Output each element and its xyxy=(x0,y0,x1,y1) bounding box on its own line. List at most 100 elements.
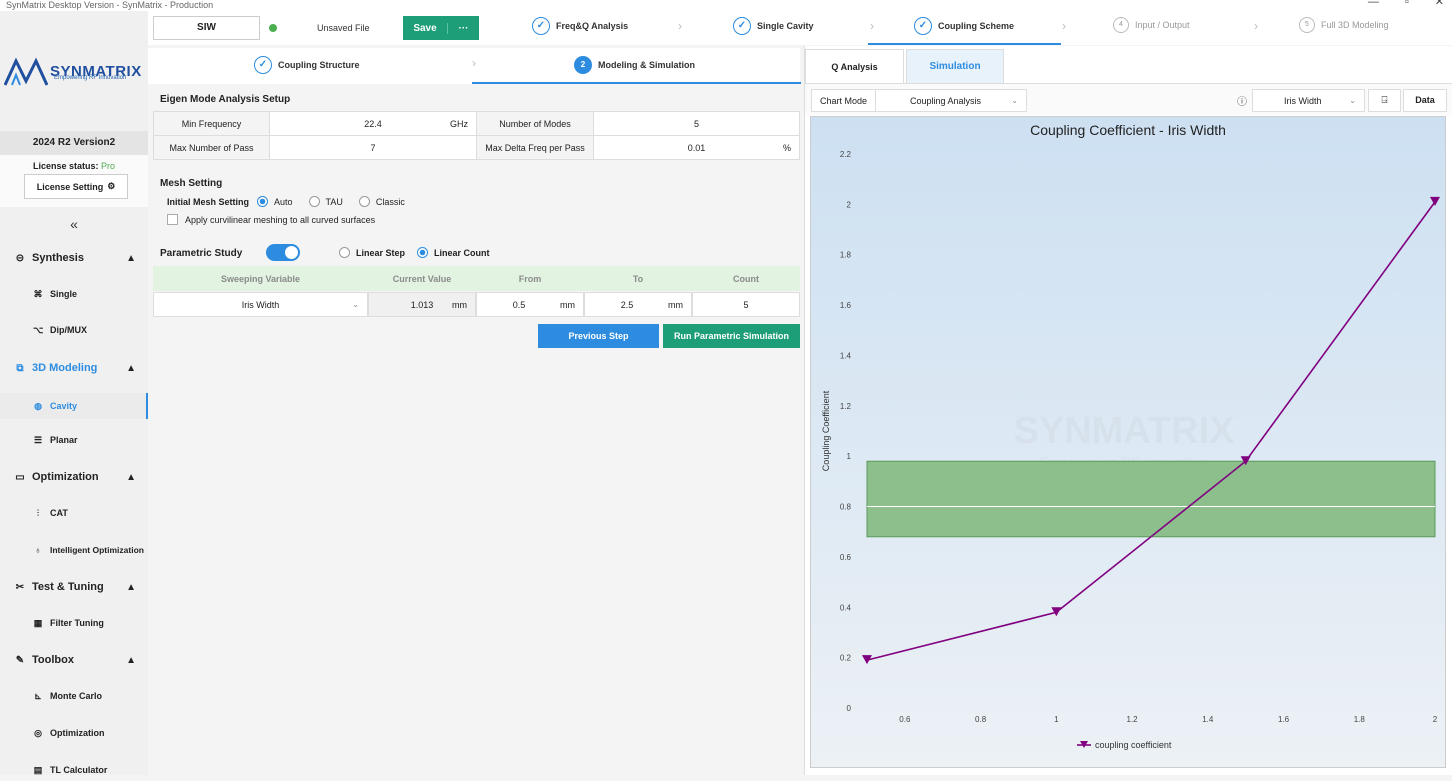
monitor-icon: ▭ xyxy=(15,471,25,483)
project-name[interactable]: SIW xyxy=(153,16,260,40)
sidebar: SYNMATRIX Empowering RF Innovation 2024 … xyxy=(0,11,148,775)
cavity-icon: ◍ xyxy=(34,400,42,411)
parametric-table-header: Sweeping Variable Current Value From To … xyxy=(153,266,800,291)
nav-item-planar[interactable]: ☰ Planar xyxy=(0,429,148,451)
radio-linear-count[interactable] xyxy=(417,247,429,258)
nav-optimization[interactable]: ▭ Optimization ▲ xyxy=(0,466,148,488)
eigen-table: Min Frequency 22.4 GHz Number of Modes 5 … xyxy=(153,111,800,160)
sweep-mode: Linear Step Linear Count xyxy=(339,247,490,258)
logo-mark-icon xyxy=(4,57,48,86)
chevron-right-icon: › xyxy=(472,56,476,70)
chart-title: Coupling Coefficient - Iris Width xyxy=(1030,122,1226,138)
window-title: SynMatrix Desktop Version - SynMatrix - … xyxy=(6,0,214,10)
nav-item-optimization[interactable]: ◎ Optimization xyxy=(0,722,148,744)
data-button[interactable]: Data xyxy=(1403,89,1447,112)
chevron-up-icon: ▲ xyxy=(126,581,136,593)
watermark-logo: SYNMATRIX xyxy=(1014,410,1236,452)
nav-item-cavity[interactable]: ◍ Cavity xyxy=(0,393,148,419)
number-of-modes-label: Number of Modes xyxy=(476,111,594,136)
nav-3d-modeling[interactable]: ⧉ 3D Modeling ▲ xyxy=(0,357,148,379)
save-button[interactable]: Save ··· xyxy=(403,16,479,40)
max-delta-field[interactable]: 0.01% xyxy=(593,135,800,160)
from-field[interactable]: 0.5 mm xyxy=(476,292,584,317)
chart-mode-select[interactable]: Chart Mode Coupling Analysis ⌄ xyxy=(811,89,1027,112)
chevron-right-icon: › xyxy=(1254,19,1258,33)
info-icon[interactable]: ⓘ xyxy=(1237,93,1247,108)
chevron-up-icon: ▲ xyxy=(126,252,136,264)
radio-tau[interactable] xyxy=(308,196,320,207)
nav-item-single[interactable]: ⌘ Single xyxy=(0,283,148,305)
y-tick-label: 0 xyxy=(847,704,852,713)
tab-q-analysis[interactable]: Q Analysis xyxy=(805,49,904,83)
step-freq-q-analysis[interactable]: ✓ Freq&Q Analysis xyxy=(532,17,628,35)
license-setting-button[interactable]: License Setting ⚙ xyxy=(24,174,128,199)
nav-item-monte-carlo[interactable]: ⊾ Monte Carlo xyxy=(0,685,148,707)
y-tick-label: 1.6 xyxy=(840,301,852,310)
export-icon[interactable]: ⍈ xyxy=(1368,89,1401,112)
y-tick-label: 0.2 xyxy=(840,654,852,663)
maximize-icon[interactable]: ▫ xyxy=(1405,0,1409,8)
nav-test-tuning[interactable]: ✂ Test & Tuning ▲ xyxy=(0,576,148,598)
min-frequency-field[interactable]: 22.4 GHz xyxy=(269,111,477,136)
number-of-modes-field[interactable]: 5 xyxy=(593,111,800,136)
nav-item-intelligent-optimization[interactable]: ♁ Intelligent Optimization xyxy=(0,539,148,561)
radio-classic[interactable] xyxy=(358,196,370,207)
max-pass-field[interactable]: 7 xyxy=(269,135,477,160)
close-icon[interactable]: ✕ xyxy=(1435,0,1444,8)
chart-icon: ⊾ xyxy=(34,690,42,701)
nav-item-cat[interactable]: ⫶ CAT xyxy=(0,502,148,524)
radio-linear-step[interactable] xyxy=(339,247,350,258)
count-field[interactable]: 5 xyxy=(692,292,800,317)
step-coupling-scheme[interactable]: ✓ Coupling Scheme xyxy=(914,17,1014,35)
eigen-title: Eigen Mode Analysis Setup xyxy=(160,94,291,105)
step-single-cavity[interactable]: ✓ Single Cavity xyxy=(733,17,814,35)
chevron-down-icon: ⌄ xyxy=(1011,96,1018,105)
radio-auto[interactable] xyxy=(257,196,269,207)
substep-modeling-simulation[interactable]: 2 Modeling & Simulation xyxy=(574,56,695,74)
curvilinear-checkbox[interactable] xyxy=(167,214,178,225)
nav-item-dipmux[interactable]: ⌥ Dip/MUX xyxy=(0,319,148,341)
parametric-title: Parametric Study xyxy=(160,248,243,259)
gear-icon: ⚙ xyxy=(107,181,116,191)
y-tick-label: 0.4 xyxy=(840,603,852,612)
max-delta-label: Max Delta Freq per Pass xyxy=(476,135,594,160)
y-tick-label: 1.8 xyxy=(840,251,852,260)
single-icon: ⌘ xyxy=(33,288,43,299)
calculator-icon: ▤ xyxy=(33,764,43,775)
nav-toolbox[interactable]: ✎ Toolbox ▲ xyxy=(0,649,148,671)
previous-step-button[interactable]: Previous Step xyxy=(538,324,659,348)
sliders-icon: ⫶ xyxy=(36,507,40,518)
cube-icon: ⧉ xyxy=(16,362,24,374)
legend-label: coupling coefficient xyxy=(1095,740,1172,750)
chevron-right-icon: › xyxy=(678,19,682,33)
step-input-output[interactable]: 4 Input / Output xyxy=(1113,17,1190,33)
chevron-right-icon: › xyxy=(1062,19,1066,33)
run-parametric-simulation-button[interactable]: Run Parametric Simulation xyxy=(663,324,800,348)
nav-item-filter-tuning[interactable]: ▦ Filter Tuning xyxy=(0,612,148,634)
save-more-button[interactable]: ··· xyxy=(447,22,479,34)
sweeping-variable-select[interactable]: Iris Width ⌄ xyxy=(153,292,368,317)
variable-select[interactable]: Iris Width ⌄ xyxy=(1252,89,1365,112)
status-dot-icon xyxy=(269,24,277,32)
step-full-3d-modeling[interactable]: 5 Full 3D Modeling xyxy=(1299,17,1389,33)
nav-synthesis[interactable]: ⊝ Synthesis ▲ xyxy=(0,247,148,269)
logo-tagline: Empowering RF Innovation xyxy=(54,75,127,81)
coupling-chart: Coupling Coefficient - Iris Width SYNMATR… xyxy=(821,122,1440,750)
parametric-toggle[interactable] xyxy=(266,244,300,261)
x-tick-label: 1.4 xyxy=(1202,715,1214,724)
y-tick-label: 1 xyxy=(847,452,852,461)
target-icon: ◎ xyxy=(34,727,42,738)
chevron-up-icon: ▲ xyxy=(126,471,136,483)
to-field[interactable]: 2.5 mm xyxy=(584,292,692,317)
y-tick-label: 0.8 xyxy=(840,503,852,512)
nav-item-tl-calculator[interactable]: ▤ TL Calculator xyxy=(0,759,148,781)
check-icon: ✓ xyxy=(914,17,932,35)
collapse-sidebar-button[interactable]: « xyxy=(0,216,148,232)
substep-coupling-structure[interactable]: ✓ Coupling Structure xyxy=(254,56,360,74)
tab-simulation[interactable]: Simulation xyxy=(906,49,1004,83)
x-tick-label: 1.8 xyxy=(1354,715,1366,724)
minimize-icon[interactable]: — xyxy=(1368,0,1379,8)
x-tick-label: 1 xyxy=(1054,715,1059,724)
check-icon: ✓ xyxy=(532,17,550,35)
bulb-icon: ♁ xyxy=(34,545,42,555)
